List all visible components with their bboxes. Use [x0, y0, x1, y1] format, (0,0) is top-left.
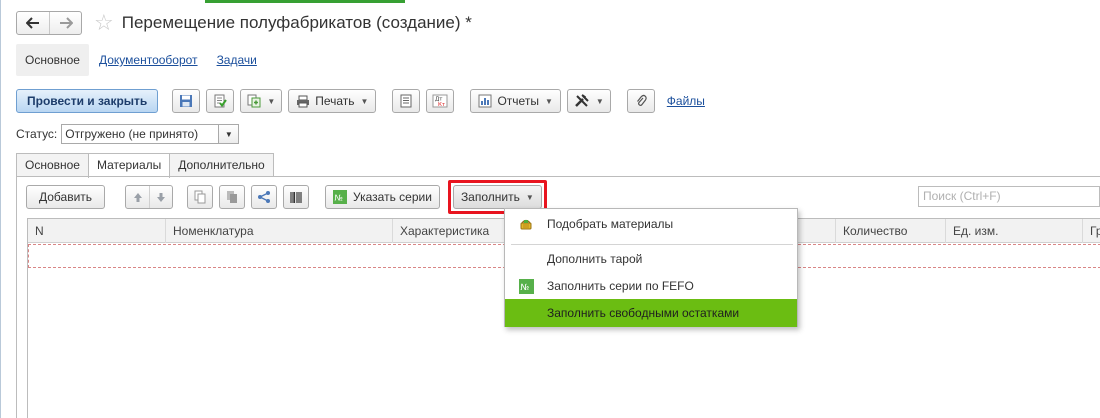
specify-series-label: Указать серии: [353, 190, 432, 204]
status-select[interactable]: Отгружено (не принято): [61, 124, 220, 144]
materials-toolbar: Добавить № Указать серии Заполнить ▼: [26, 180, 547, 214]
menu-item-label: Заполнить свободными остатками: [547, 306, 740, 320]
section-tab-document-flow[interactable]: Документооборот: [90, 44, 207, 76]
section-tabs: Основное Документооборот Задачи: [16, 44, 266, 76]
menu-item-select-materials[interactable]: Подобрать материалы: [505, 210, 797, 238]
debit-credit-icon: ДтКт: [432, 94, 448, 108]
column-header-n[interactable]: N: [28, 219, 166, 243]
navigation-buttons: [16, 11, 82, 35]
status-row: Статус: Отгружено (не принято) ▼: [16, 124, 240, 144]
print-button[interactable]: Печать ▼: [288, 89, 377, 113]
menu-item-label: Заполнить серии по FEFO: [547, 279, 694, 293]
save-icon: [180, 95, 193, 107]
basket-icon: [505, 217, 547, 231]
svg-text:Кт: Кт: [438, 102, 446, 108]
split-icon: [258, 191, 271, 203]
create-based-on-icon: [247, 94, 261, 108]
menu-item-label: Дополнить тарой: [547, 252, 643, 266]
attach-file-button[interactable]: [626, 89, 655, 113]
chevron-down-icon: ▼: [224, 129, 233, 139]
add-button[interactable]: Добавить: [26, 185, 106, 209]
page-title: Перемещение полуфабрикатов (создание) *: [121, 13, 472, 32]
reports-button[interactable]: Отчеты ▼: [470, 89, 561, 113]
save-button[interactable]: [172, 89, 201, 113]
tools-icon: [574, 94, 589, 107]
menu-item-fill-free-stock[interactable]: Заполнить свободными остатками: [505, 299, 797, 327]
move-up-button[interactable]: [126, 186, 149, 208]
back-button[interactable]: [17, 12, 49, 34]
specify-series-button[interactable]: № Указать серии: [325, 185, 440, 209]
column-header-unit[interactable]: Ед. изм.: [946, 219, 1083, 243]
delete-row-button[interactable]: [219, 185, 246, 209]
menu-item-add-packaging[interactable]: Дополнить тарой: [505, 245, 797, 273]
window-left-border: [0, 0, 1, 418]
forward-button[interactable]: [49, 12, 81, 34]
chevron-down-icon: ▼: [544, 96, 553, 106]
split-row-button[interactable]: [251, 185, 278, 209]
window-top-accent: [205, 0, 405, 3]
report-icon: [478, 94, 492, 108]
search-input[interactable]: Поиск (Ctrl+F): [918, 186, 1100, 207]
chevron-down-icon: ▼: [360, 96, 369, 106]
barcode-icon: [290, 191, 302, 203]
create-based-on-button[interactable]: ▼: [240, 89, 283, 113]
print-button-label: Печать: [315, 94, 355, 108]
document-structure-button[interactable]: [392, 89, 421, 113]
status-label: Статус:: [16, 127, 58, 141]
svg-text:№: №: [520, 283, 529, 293]
post-and-close-button[interactable]: Провести и закрыть: [16, 89, 159, 113]
arrow-right-icon: [59, 17, 73, 29]
barcode-scan-button[interactable]: [283, 185, 310, 209]
title-row: ☆ Перемещение полуфабрикатов (создание) …: [16, 10, 472, 36]
main-toolbar: Провести и закрыть ▼ Печать ▼ Дт Кт Отчет…: [16, 88, 705, 114]
printer-icon: [297, 95, 310, 107]
svg-text:№: №: [335, 194, 344, 203]
chevron-down-icon: ▼: [595, 96, 604, 106]
fill-button[interactable]: Заполнить ▼: [452, 185, 542, 209]
fill-dropdown-menu: Подобрать материалы Дополнить тарой № За…: [504, 208, 798, 327]
panel-left-border: [16, 176, 17, 418]
arrow-down-icon: [157, 192, 166, 202]
tab-materials[interactable]: Материалы: [87, 153, 171, 178]
arrow-left-icon: [26, 17, 39, 29]
column-header-quantity[interactable]: Количество: [836, 219, 946, 243]
paperclip-icon: [636, 94, 647, 106]
document-list-icon: [400, 94, 412, 108]
series-number-icon: №: [333, 190, 348, 204]
menu-item-fill-series-fefo[interactable]: № Заполнить серии по FEFO: [505, 272, 797, 300]
move-buttons-group: [125, 185, 174, 209]
chevron-down-icon: ▼: [525, 192, 534, 202]
post-document-icon: [214, 94, 228, 108]
tab-additional[interactable]: Дополнительно: [169, 153, 274, 177]
chevron-down-icon: ▼: [267, 96, 276, 106]
copy-row-button[interactable]: [187, 185, 214, 209]
column-header-group[interactable]: Гр: [1083, 219, 1100, 243]
status-dropdown-button[interactable]: ▼: [219, 124, 240, 144]
series-number-icon: №: [505, 278, 547, 294]
column-header-nomenclature[interactable]: Номенклатура: [166, 219, 393, 243]
status-value: Отгружено (не принято): [65, 127, 199, 141]
form-tabs: Основное Материалы Дополнительно: [16, 153, 274, 178]
section-tab-main[interactable]: Основное: [16, 44, 89, 76]
tabs-divider: [16, 176, 1100, 177]
fill-button-label: Заполнить: [460, 190, 520, 204]
document-stack-icon: [227, 191, 238, 203]
copy-icon: [194, 190, 206, 204]
post-button[interactable]: [206, 89, 235, 113]
tools-menu-button[interactable]: ▼: [566, 89, 611, 113]
reports-button-label: Отчеты: [497, 94, 539, 108]
move-down-button[interactable]: [149, 186, 172, 208]
arrow-up-icon: [133, 192, 142, 202]
menu-item-label: Подобрать материалы: [547, 217, 674, 231]
tab-main[interactable]: Основное: [16, 153, 89, 177]
section-tab-tasks[interactable]: Задачи: [208, 44, 266, 76]
favorite-star-icon[interactable]: ☆: [94, 12, 114, 34]
files-link[interactable]: Файлы: [667, 94, 705, 108]
accounting-entries-button[interactable]: Дт Кт: [426, 89, 455, 113]
